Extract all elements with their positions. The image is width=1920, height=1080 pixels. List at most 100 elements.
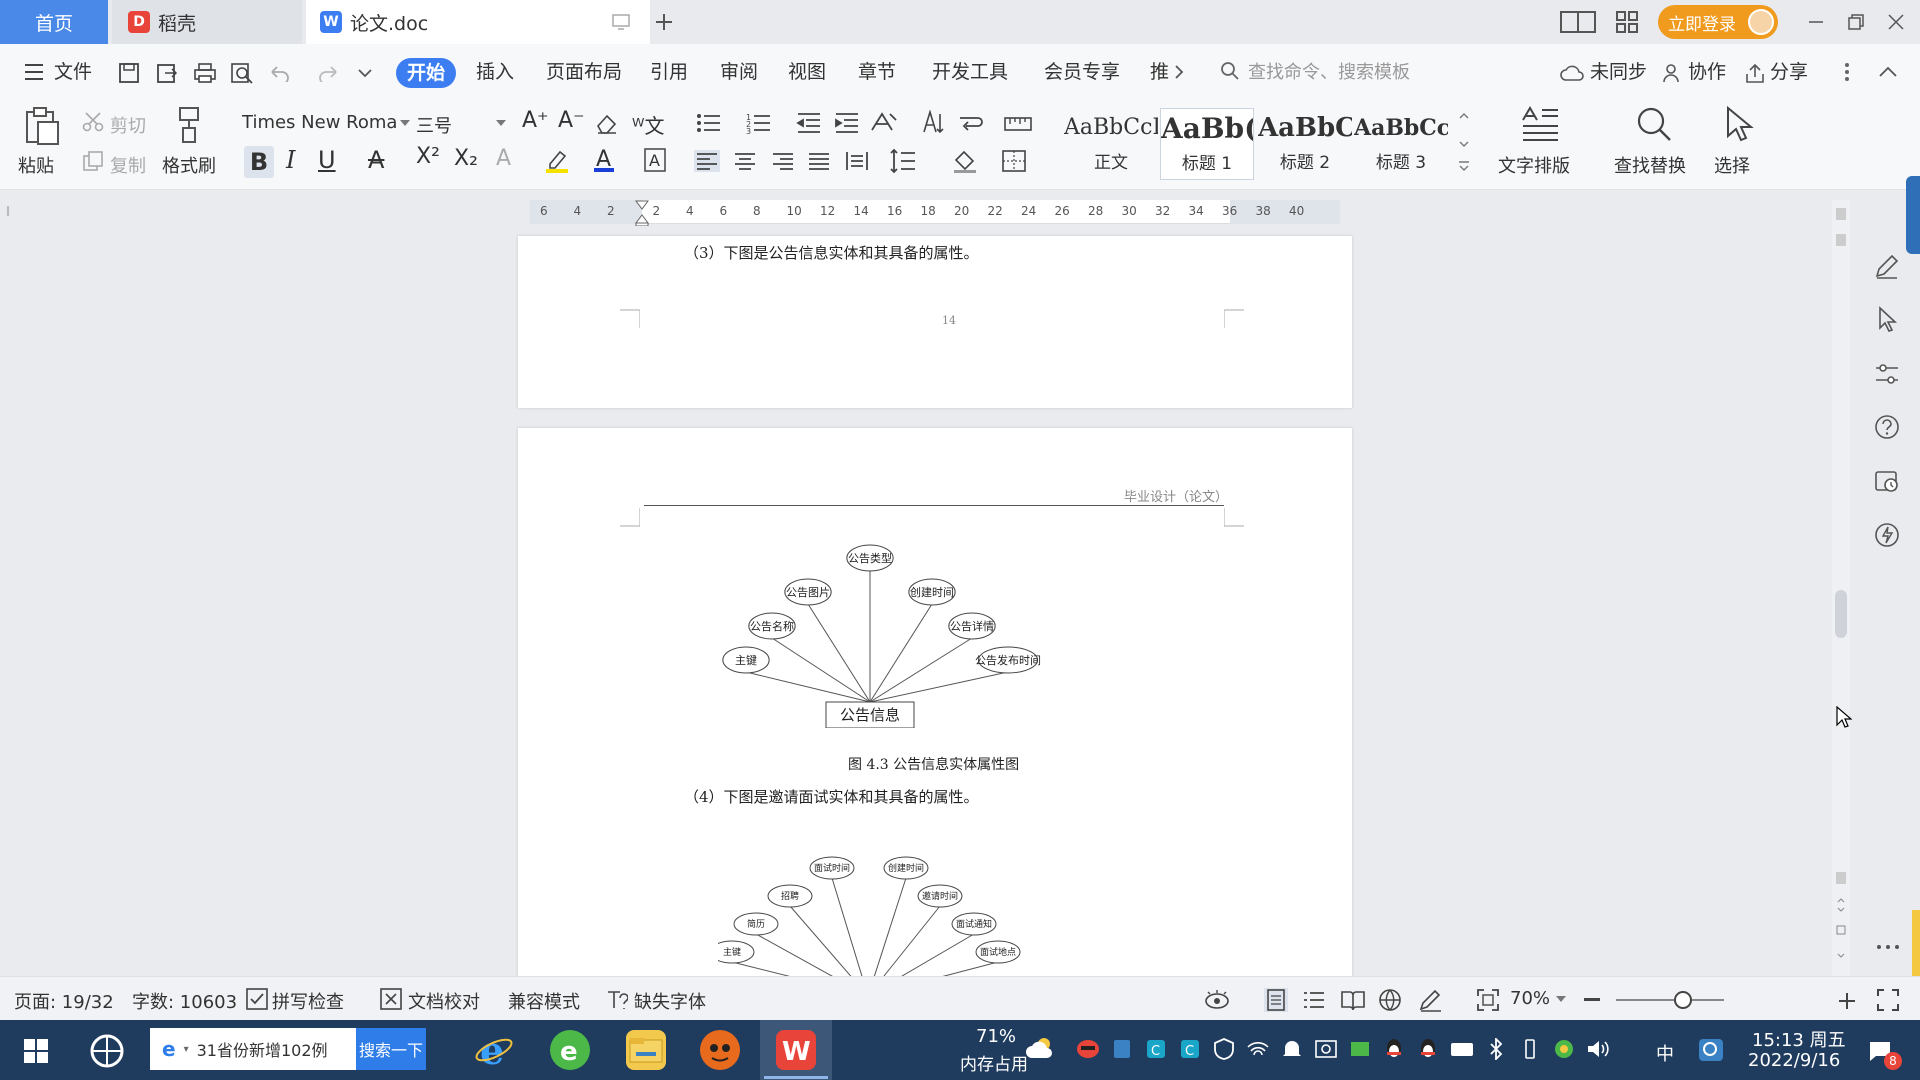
decrease-indent-icon[interactable] [796, 112, 822, 134]
chevron-down-icon[interactable] [400, 120, 410, 126]
line-break-icon[interactable] [958, 112, 984, 134]
clock-date[interactable]: 2022/9/16 [1748, 1050, 1840, 1071]
status-word-count[interactable]: 字数: 10603 [132, 988, 237, 1014]
format-painter-label[interactable]: 格式刷 [162, 152, 216, 178]
360-browser-icon[interactable]: e [550, 1030, 590, 1070]
chevron-down-icon[interactable] [358, 68, 372, 78]
ie-browser-icon[interactable]: e [474, 1030, 514, 1070]
undo-icon[interactable] [268, 64, 290, 82]
tray-app-red-icon[interactable] [1076, 1038, 1100, 1060]
justify-icon[interactable] [806, 150, 832, 172]
menu-insert[interactable]: 插入 [476, 58, 514, 86]
volume-icon[interactable] [1586, 1038, 1610, 1060]
text-layout-icon[interactable] [1520, 106, 1560, 142]
restore-icon[interactable] [1846, 12, 1866, 32]
subscript-icon[interactable]: X₂ [454, 146, 478, 171]
text-effect-icon[interactable]: A [496, 146, 511, 171]
paste-label[interactable]: 粘贴 [18, 152, 54, 178]
login-button[interactable]: 立即登录 [1658, 5, 1778, 39]
format-painter-icon[interactable] [174, 106, 204, 146]
zoom-slider-thumb[interactable] [1674, 991, 1692, 1009]
print-icon[interactable] [193, 62, 217, 84]
scroll-page-icons[interactable] [1834, 208, 1848, 248]
fullscreen-icon[interactable] [1876, 988, 1900, 1012]
find-replace-button[interactable]: 查找替换 [1614, 152, 1686, 178]
write-view-icon[interactable] [1418, 988, 1442, 1012]
status-page[interactable]: 页面: 19/32 [14, 988, 114, 1014]
zoom-slider-track[interactable] [1616, 999, 1724, 1001]
menu-member[interactable]: 会员专享 [1044, 58, 1120, 86]
underline-icon[interactable]: U [318, 146, 336, 174]
screenshot-icon[interactable] [1314, 1038, 1338, 1060]
fit-page-icon[interactable] [1476, 988, 1500, 1012]
backup-icon[interactable] [1874, 468, 1900, 494]
pointer-icon[interactable] [1876, 306, 1900, 332]
scissors-icon[interactable] [82, 112, 104, 132]
style-normal[interactable]: AaBbCcI 正文 [1064, 108, 1158, 180]
zoom-out-icon[interactable] [1584, 998, 1600, 1002]
paragraph-4[interactable]: （4）下图是邀请面试实体和其具备的属性。 [684, 786, 979, 807]
taskbar-news-search[interactable]: e ▾ 31省份新增102例 [150, 1028, 356, 1070]
highlight-icon[interactable] [544, 148, 570, 174]
numbered-list-icon[interactable]: 123 [746, 112, 772, 134]
more-horizontal-icon[interactable] [1876, 944, 1900, 950]
save-icon[interactable] [118, 62, 140, 84]
print-preview-icon[interactable] [230, 62, 254, 84]
web-view-icon[interactable] [1378, 988, 1402, 1012]
bold-icon[interactable]: B [244, 146, 274, 178]
menu-chapter[interactable]: 章节 [858, 58, 896, 86]
status-proofread[interactable]: 文档校对 [408, 988, 480, 1014]
hamburger-icon[interactable] [24, 63, 44, 81]
char-border-icon[interactable]: A [644, 148, 666, 172]
font-color-icon[interactable]: A [592, 146, 616, 174]
menu-recommend[interactable]: 推 [1150, 58, 1169, 86]
status-spellcheck[interactable]: 拼写检查 [272, 988, 344, 1014]
file-explorer-icon[interactable] [626, 1030, 666, 1070]
pen-edit-icon[interactable] [1874, 254, 1900, 280]
missing-font-icon[interactable] [606, 988, 628, 1010]
align-right-icon[interactable] [770, 150, 796, 172]
collapse-ribbon-icon[interactable] [1878, 64, 1898, 78]
360-assistant-icon[interactable] [90, 1034, 124, 1068]
find-replace-icon[interactable] [1636, 106, 1672, 142]
shield-icon[interactable] [1212, 1038, 1236, 1060]
superscript-icon[interactable]: X² [416, 144, 440, 169]
more-vertical-icon[interactable] [1844, 62, 1850, 82]
tray-qq2-icon[interactable] [1416, 1038, 1440, 1060]
tray-app-blue-icon[interactable] [1110, 1038, 1134, 1060]
layout-icon[interactable] [1560, 10, 1596, 34]
tray-app-teal2-icon[interactable]: C [1178, 1038, 1202, 1060]
wifi-icon[interactable] [1246, 1038, 1270, 1060]
redo-icon[interactable] [318, 64, 340, 82]
borders-icon[interactable] [1002, 150, 1026, 172]
share-button[interactable]: 分享 [1770, 58, 1808, 86]
copy-icon[interactable] [82, 150, 104, 172]
ruler-toggle-icon[interactable] [1004, 116, 1032, 132]
style-heading-3[interactable]: AaBbCcl 标题 3 [1354, 108, 1448, 180]
bullet-list-icon[interactable] [696, 112, 722, 134]
increase-indent-icon[interactable] [834, 112, 860, 134]
styles-scroll-icon[interactable] [1458, 112, 1470, 172]
export-icon[interactable] [156, 62, 178, 84]
status-compat-mode[interactable]: 兼容模式 [508, 988, 580, 1014]
style-heading-2[interactable]: AaBbC 标题 2 [1258, 108, 1352, 180]
italic-icon[interactable]: I [286, 146, 295, 174]
menu-start[interactable]: 开始 [396, 58, 456, 88]
chevron-down-icon[interactable] [496, 120, 506, 126]
windows-start-icon[interactable] [24, 1039, 48, 1063]
paste-icon[interactable] [24, 106, 60, 146]
copy-label[interactable]: 复制 [110, 152, 146, 178]
bell-icon[interactable] [1280, 1038, 1304, 1060]
select-cursor-icon[interactable] [1724, 106, 1754, 142]
shrink-font-icon[interactable]: A⁻ [558, 108, 585, 133]
tray-360-icon[interactable] [1552, 1038, 1576, 1060]
share-icon[interactable] [1744, 62, 1766, 84]
ime-indicator[interactable]: 中 [1656, 1040, 1674, 1066]
monitor-icon[interactable] [612, 14, 630, 30]
bluetooth-icon[interactable] [1484, 1038, 1508, 1060]
font-size-select[interactable]: 三号 [416, 112, 452, 138]
menu-view[interactable]: 视图 [788, 58, 826, 86]
eraser-icon[interactable] [594, 112, 618, 134]
menu-file[interactable]: 文件 [54, 58, 92, 86]
distribute-icon[interactable] [844, 150, 870, 172]
